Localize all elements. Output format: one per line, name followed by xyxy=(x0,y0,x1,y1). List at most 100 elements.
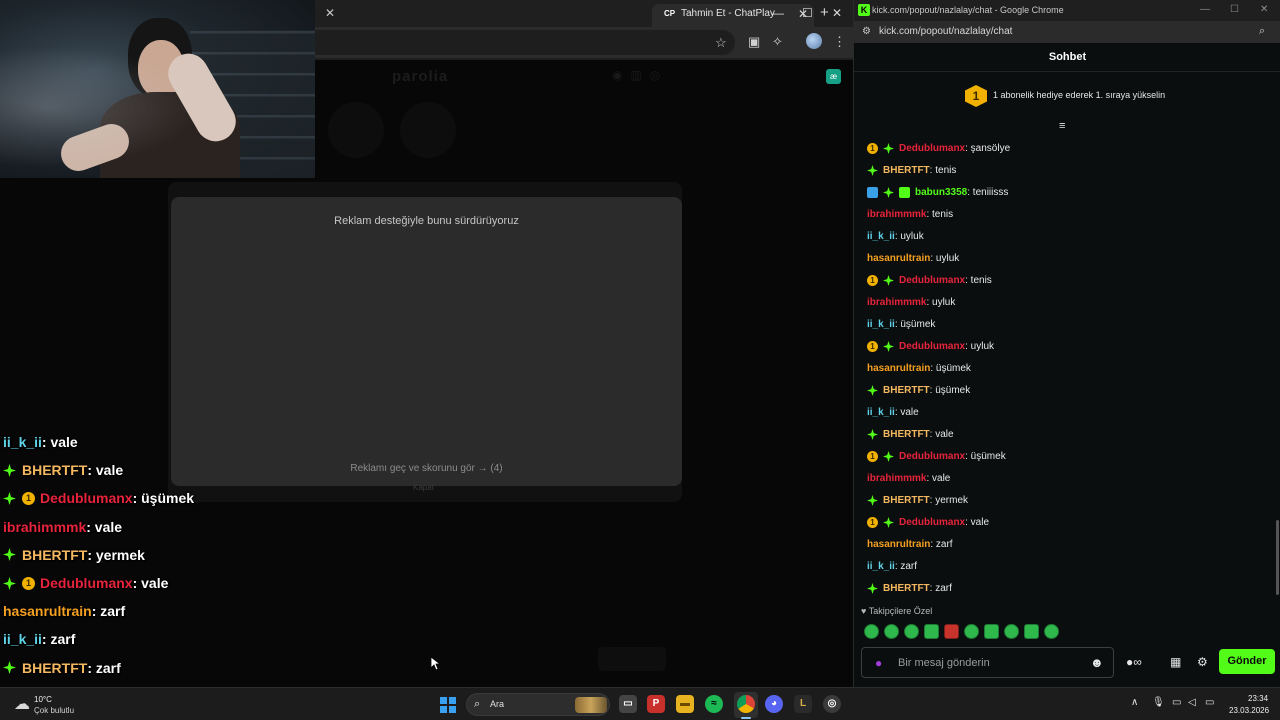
chat-username[interactable]: ii_k_ii xyxy=(867,561,895,572)
chat-username[interactable]: Dedublumanx xyxy=(40,575,133,591)
windows-taskbar: ☁ 10°C Çok bulutlu ⌕ Ara ▭ P ▬ ≈ ◕ L ◎ ∧… xyxy=(0,687,1280,720)
chat-username[interactable]: ibrahimmmk xyxy=(867,209,926,220)
chat-username[interactable]: ibrahimmmk xyxy=(867,297,926,308)
chat-username[interactable]: hasanrultrain xyxy=(3,603,92,619)
chat-username[interactable]: ii_k_ii xyxy=(867,231,895,242)
chat-username[interactable]: BHERTFT xyxy=(22,660,87,676)
gift-leaderboard-banner[interactable]: 1 1 abonelik hediye ederek 1. sıraya yük… xyxy=(854,73,1280,119)
emote-9[interactable] xyxy=(1024,624,1039,639)
gear-icon[interactable]: ⚙ xyxy=(1197,655,1208,669)
chat-settings-bubble-icon[interactable]: ●∞ xyxy=(1126,655,1142,669)
store-icon[interactable]: ▦ xyxy=(1170,655,1181,669)
chat-username[interactable]: ii_k_ii xyxy=(867,319,895,330)
chat-message-input[interactable] xyxy=(898,654,1088,672)
chat-username[interactable]: ibrahimmmk xyxy=(867,473,926,484)
discord-icon[interactable]: ◕ xyxy=(765,695,783,713)
taskbar-search[interactable]: ⌕ Ara xyxy=(466,693,610,716)
prev-tab-close-icon[interactable]: ✕ xyxy=(325,6,335,20)
chat-username[interactable]: Dedublumanx xyxy=(899,275,965,286)
popout-maximize-icon[interactable]: ☐ xyxy=(1230,4,1239,15)
minimize-icon[interactable]: — xyxy=(772,6,784,20)
chat-username[interactable]: BHERTFT xyxy=(22,462,87,478)
gifter-rank-icon: 1 xyxy=(867,450,878,462)
chat-message-text: : zarf xyxy=(91,603,126,620)
chat-message-text: : yermek xyxy=(87,546,145,563)
task-view-icon[interactable]: ▭ xyxy=(619,695,637,713)
obs-icon[interactable]: ◎ xyxy=(823,695,841,713)
emote-2[interactable] xyxy=(884,624,899,639)
app-p-icon[interactable]: P xyxy=(647,695,665,713)
weather-desc[interactable]: Çok bulutlu xyxy=(34,706,74,715)
profile-avatar[interactable] xyxy=(806,33,822,49)
chat-filter-icon[interactable]: ≡ xyxy=(1059,120,1065,132)
chat-username[interactable]: Dedublumanx xyxy=(899,451,965,462)
extensions-icon[interactable]: ✧ xyxy=(772,34,783,50)
chat-username[interactable]: hasanrultrain xyxy=(867,363,930,374)
popout-urlbar[interactable]: ⚙ kick.com/popout/nazlalay/chat ⌕ xyxy=(854,21,1280,43)
chat-username[interactable]: Dedublumanx xyxy=(899,341,965,352)
moderator-badge-icon xyxy=(867,186,878,198)
chat-scrollbar[interactable] xyxy=(1276,520,1279,595)
emote-5[interactable] xyxy=(944,624,959,639)
chat-username[interactable]: BHERTFT xyxy=(22,547,87,563)
emote-8[interactable] xyxy=(1004,624,1019,639)
mic-tray-icon[interactable]: 🎙 xyxy=(1152,697,1165,708)
chrome-menu-icon[interactable]: ⋮ xyxy=(833,34,846,50)
tab-chatplay[interactable]: CP Tahmin Et - ChatPlay ✕ xyxy=(652,4,814,27)
weather-icon[interactable]: ☁ xyxy=(14,694,30,714)
bookmark-star-icon[interactable]: ☆ xyxy=(715,35,727,51)
game-launcher-icon[interactable]: L xyxy=(794,695,812,713)
popout-close-icon[interactable]: ✕ xyxy=(1260,4,1268,15)
chat-username[interactable]: BHERTFT xyxy=(883,429,930,440)
chat-username[interactable]: BHERTFT xyxy=(883,165,930,176)
emote-3[interactable] xyxy=(904,624,919,639)
chat-username[interactable]: hasanrultrain xyxy=(867,253,930,264)
emote-4[interactable] xyxy=(924,624,939,639)
chat-username[interactable]: Dedublumanx xyxy=(40,490,133,506)
window-close-icon[interactable]: ✕ xyxy=(832,6,842,20)
address-bar[interactable]: ☆ xyxy=(315,30,735,55)
emote-10[interactable] xyxy=(1044,624,1059,639)
emote-6[interactable] xyxy=(964,624,979,639)
gift-box-icon xyxy=(899,186,910,198)
popout-minimize-icon[interactable]: — xyxy=(1200,4,1210,15)
emote-7[interactable] xyxy=(984,624,999,639)
weather-temp[interactable]: 10°C xyxy=(34,695,52,704)
chat-username[interactable]: hasanrultrain xyxy=(867,539,930,550)
sub-badge-icon xyxy=(867,582,878,594)
chat-username[interactable]: ii_k_ii xyxy=(3,434,42,450)
chat-username[interactable]: Dedublumanx xyxy=(899,143,965,154)
chat-username[interactable]: ii_k_ii xyxy=(867,407,895,418)
network-icon[interactable]: ▭ xyxy=(1172,697,1181,708)
send-button[interactable]: Gönder xyxy=(1219,649,1275,674)
start-button[interactable] xyxy=(440,697,456,713)
zoom-icon[interactable]: ⌕ xyxy=(1259,25,1265,38)
chat-username[interactable]: Dedublumanx xyxy=(899,517,965,528)
emoji-picker-icon[interactable]: ☻ xyxy=(1090,655,1104,670)
chat-username[interactable]: BHERTFT xyxy=(883,385,930,396)
new-tab-icon[interactable]: + xyxy=(820,4,829,21)
maximize-icon[interactable]: ☐ xyxy=(802,6,813,20)
mic-icon[interactable]: ● xyxy=(875,656,882,670)
chat-username[interactable]: BHERTFT xyxy=(883,583,930,594)
chat-message-text: : tenis xyxy=(965,274,992,286)
chat-username[interactable]: ibrahimmmk xyxy=(3,519,86,535)
chrome-icon[interactable] xyxy=(737,695,755,713)
reader-mode-icon[interactable]: ▣ xyxy=(748,34,760,50)
emote-1[interactable] xyxy=(864,624,879,639)
clock-time[interactable]: 23:34 xyxy=(1248,694,1268,703)
overlay-chat-line: BHERTFT : yermek xyxy=(3,541,303,569)
sub-badge-icon xyxy=(883,516,894,528)
chat-username[interactable]: babun3358 xyxy=(915,187,967,198)
site-settings-icon[interactable]: ⚙ xyxy=(862,26,871,37)
file-explorer-icon[interactable]: ▬ xyxy=(676,695,694,713)
chat-username[interactable]: ii_k_ii xyxy=(3,631,42,647)
spotify-icon[interactable]: ≈ xyxy=(705,695,723,713)
tray-overflow-icon[interactable]: ∧ xyxy=(1131,697,1138,708)
volume-icon[interactable]: ◁ xyxy=(1188,697,1196,708)
close-link[interactable]: Kapat xyxy=(413,483,434,492)
chat-username[interactable]: BHERTFT xyxy=(883,495,930,506)
extension-badge-icon[interactable]: æ xyxy=(826,69,841,84)
clock-date[interactable]: 23.03.2026 xyxy=(1229,706,1269,715)
battery-icon[interactable]: ▭ xyxy=(1205,697,1214,708)
